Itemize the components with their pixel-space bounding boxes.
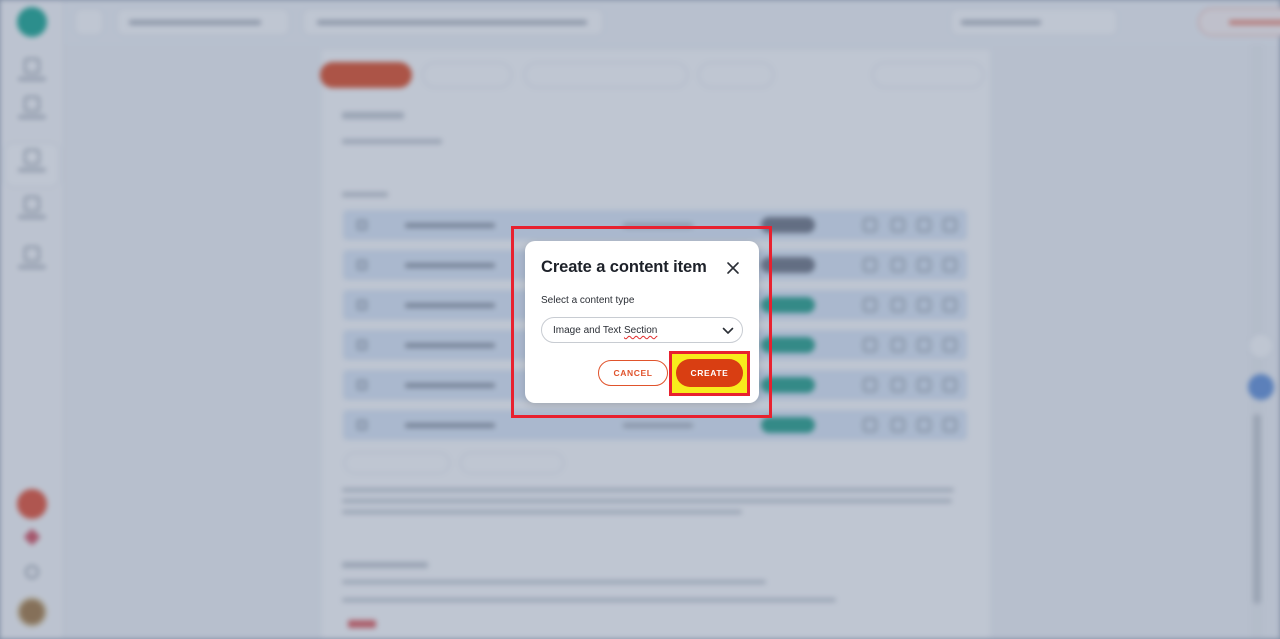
create-button[interactable]: CREATE — [676, 359, 743, 387]
content-type-value: Image and Text Section — [553, 325, 658, 336]
chevron-down-icon — [722, 327, 734, 334]
content-type-label: Select a content type — [541, 295, 635, 306]
dialog-title: Create a content item — [541, 258, 707, 276]
cancel-button[interactable]: CANCEL — [598, 360, 668, 386]
content-type-select[interactable]: Image and Text Section — [541, 317, 743, 343]
close-icon[interactable] — [725, 260, 741, 276]
